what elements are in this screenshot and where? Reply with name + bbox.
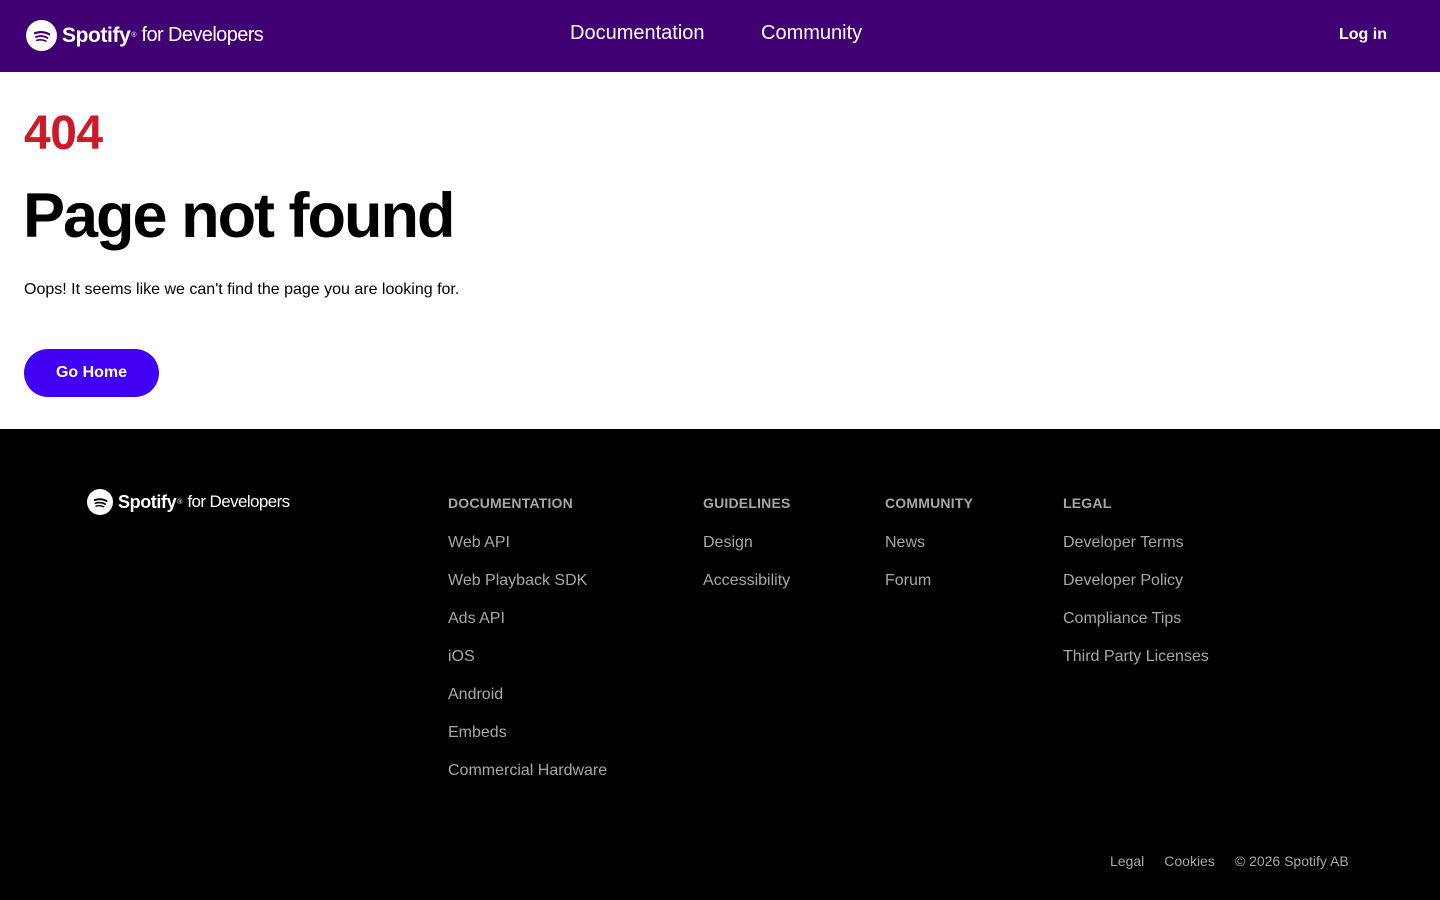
footer-link-third-party-licenses[interactable]: Third Party Licenses: [1063, 647, 1209, 685]
error-code: 404: [24, 107, 103, 160]
footer-brand-wordmark: Spotify: [118, 491, 177, 512]
footer-link-commercial-hardware[interactable]: Commercial Hardware: [448, 761, 607, 799]
brand-logo[interactable]: Spotify ® for Developers: [26, 20, 264, 51]
footer-brand-suffix: for Developers: [187, 492, 290, 511]
footer-link-compliance-tips[interactable]: Compliance Tips: [1063, 609, 1209, 647]
footer-link-web-api[interactable]: Web API: [448, 533, 607, 571]
footer-link-ads-api[interactable]: Ads API: [448, 609, 607, 647]
go-home-button[interactable]: Go Home: [24, 349, 159, 397]
footer-link-ios[interactable]: iOS: [448, 647, 607, 685]
site-footer: Spotify ® for Developers DOCUMENTATION We…: [0, 429, 1440, 900]
footer-column-heading: LEGAL: [1063, 495, 1112, 511]
footer-link-forum[interactable]: Forum: [885, 571, 973, 609]
spotify-logo-icon: [87, 489, 113, 515]
top-navbar: Spotify ® for Developers Documentation Co…: [0, 0, 1440, 72]
copyright-text: © 2026 Spotify AB: [1234, 853, 1349, 869]
footer-column-documentation: DOCUMENTATION Web API Web Playback SDK A…: [448, 495, 607, 799]
footer-link-developer-terms[interactable]: Developer Terms: [1063, 533, 1209, 571]
page-title: Page not found: [23, 181, 455, 251]
footer-column-community: COMMUNITY News Forum: [885, 495, 973, 609]
footer-link-accessibility[interactable]: Accessibility: [703, 571, 791, 609]
login-link[interactable]: Log in: [1339, 26, 1387, 44]
footer-link-design[interactable]: Design: [703, 533, 791, 571]
footer-legal-link[interactable]: Legal: [1110, 853, 1144, 869]
footer-column-heading: COMMUNITY: [885, 495, 974, 511]
footer-link-embeds[interactable]: Embeds: [448, 723, 607, 761]
footer-cookies-link[interactable]: Cookies: [1164, 853, 1215, 869]
footer-link-developer-policy[interactable]: Developer Policy: [1063, 571, 1209, 609]
brand-suffix: for Developers: [141, 24, 264, 46]
footer-column-legal: LEGAL Developer Terms Developer Policy C…: [1063, 495, 1209, 685]
nav-documentation[interactable]: Documentation: [570, 22, 705, 45]
footer-column-heading: DOCUMENTATION: [448, 495, 573, 511]
spotify-logo-icon: [26, 20, 57, 51]
footer-link-web-playback-sdk[interactable]: Web Playback SDK: [448, 571, 607, 609]
footer-link-android[interactable]: Android: [448, 685, 607, 723]
brand-wordmark: Spotify: [62, 23, 131, 47]
footer-brand-logo[interactable]: Spotify ® for Developers: [87, 489, 290, 515]
error-description: Oops! It seems like we can't find the pa…: [24, 281, 460, 298]
footer-bottom-bar: Legal Cookies © 2026 Spotify AB: [1110, 853, 1349, 869]
footer-column-heading: GUIDELINES: [703, 495, 791, 511]
footer-link-news[interactable]: News: [885, 533, 973, 571]
footer-column-guidelines: GUIDELINES Design Accessibility: [703, 495, 791, 609]
nav-community[interactable]: Community: [761, 22, 862, 45]
